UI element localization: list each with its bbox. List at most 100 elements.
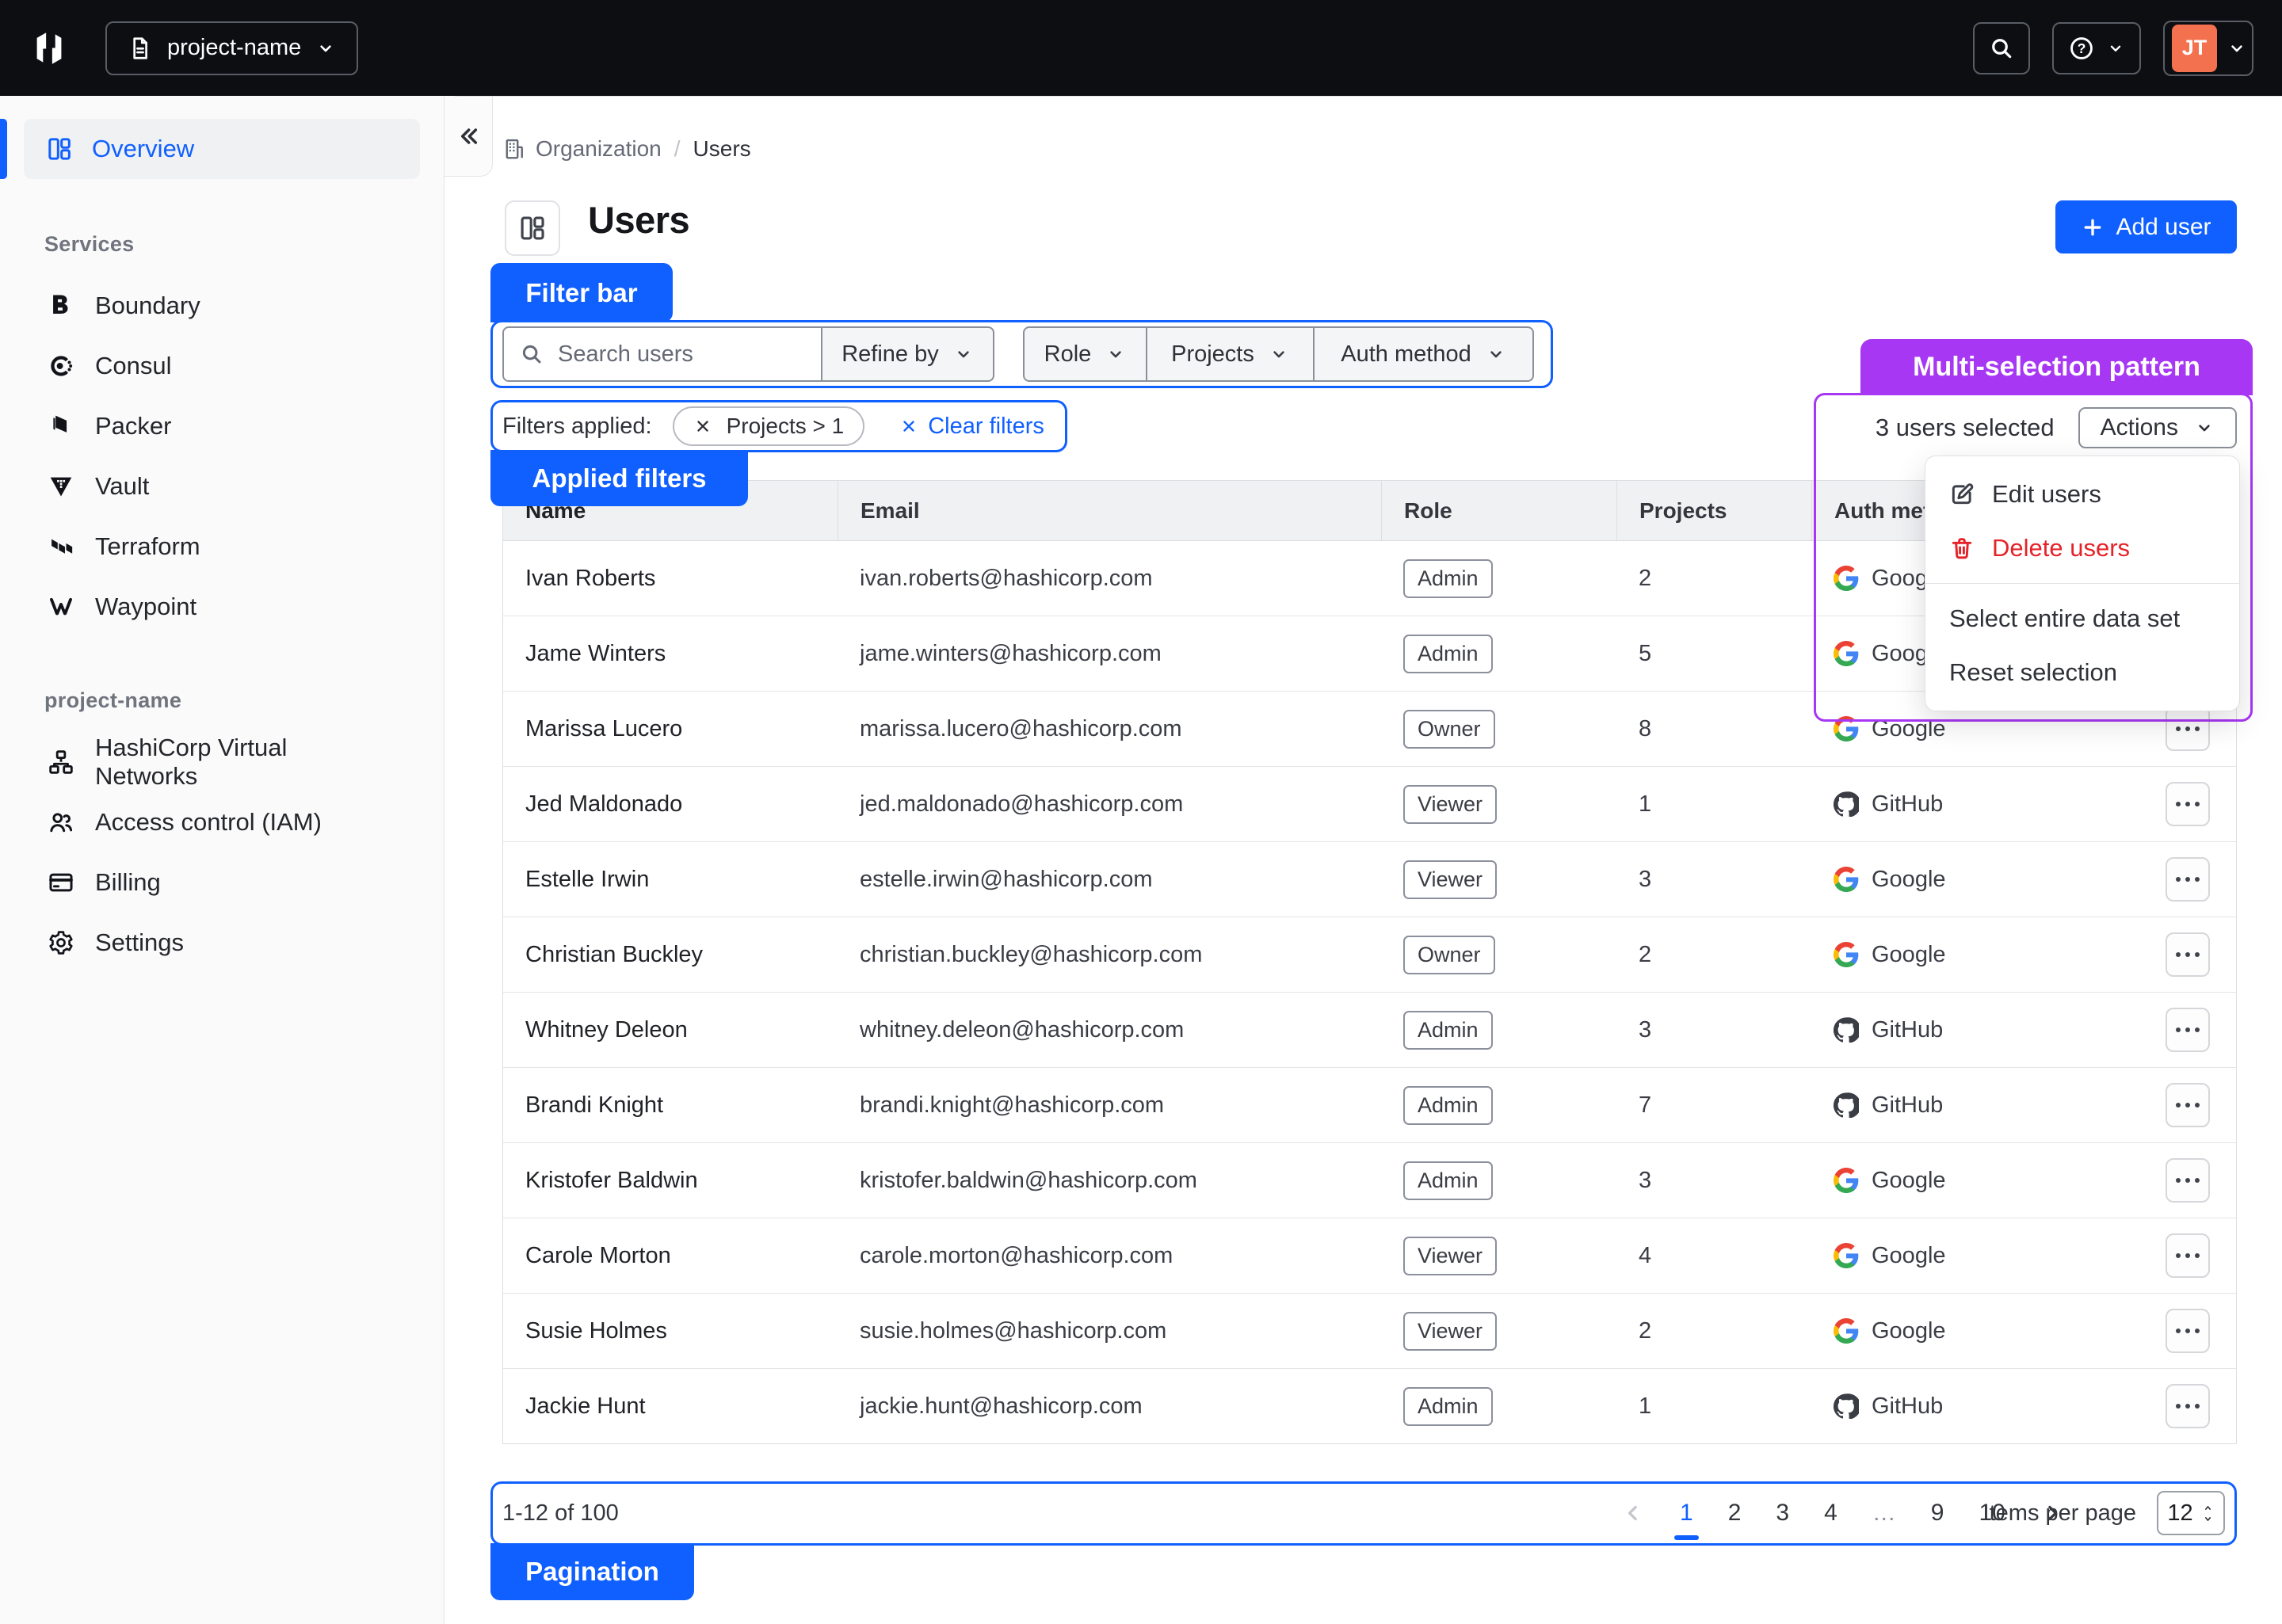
role-badge: Owner — [1403, 710, 1495, 749]
table-row: Carole Mortoncarole.morton@hashicorp.com… — [503, 1218, 2236, 1293]
page-number[interactable]: 10 — [1979, 1483, 2005, 1543]
sidebar-section-services: Services — [44, 232, 135, 257]
google-icon — [1834, 716, 1859, 741]
breadcrumb-organization[interactable]: Organization — [502, 136, 662, 162]
user-name: Brandi Knight — [503, 1068, 838, 1142]
chevron-down-icon — [1486, 344, 1506, 364]
actions-dropdown-button[interactable]: Actions — [2078, 407, 2237, 448]
dismiss-icon[interactable] — [693, 417, 712, 436]
user-name: Jed Maldonado — [503, 767, 838, 841]
row-actions-button[interactable] — [2166, 1158, 2210, 1203]
refine-by-dropdown[interactable]: Refine by — [822, 326, 994, 382]
user-name: Jame Winters — [503, 616, 838, 691]
page-number[interactable]: 3 — [1776, 1483, 1789, 1543]
search-icon — [520, 342, 544, 366]
global-search-button[interactable] — [1973, 22, 2030, 74]
active-item-indicator — [0, 119, 7, 179]
previous-page-button[interactable] — [1621, 1501, 1645, 1525]
chevron-left-icon — [1621, 1501, 1645, 1525]
row-actions-button[interactable] — [2166, 1384, 2210, 1428]
row-actions-button[interactable] — [2166, 1233, 2210, 1278]
projects-filter-dropdown[interactable]: Projects — [1146, 328, 1313, 380]
next-page-button[interactable] — [2040, 1501, 2064, 1525]
help-menu-button[interactable] — [2052, 22, 2141, 74]
row-actions-button[interactable] — [2166, 1008, 2210, 1052]
projects-count: 1 — [1616, 1369, 1811, 1443]
projects-count: 5 — [1616, 616, 1811, 691]
table-row: Jed Maldonadojed.maldonado@hashicorp.com… — [503, 766, 2236, 841]
sidebar-collapse-button[interactable] — [445, 97, 493, 177]
page-number[interactable]: 9 — [1931, 1483, 1944, 1543]
items-per-page-stepper[interactable]: 12 — [2157, 1491, 2225, 1535]
github-icon — [1834, 791, 1859, 817]
sidebar-item-vault[interactable]: Vault — [24, 461, 420, 511]
breadcrumb-separator: / — [674, 136, 681, 162]
waypoint-icon — [48, 593, 74, 620]
credit-card-icon — [48, 869, 74, 896]
menu-item-delete-users[interactable]: Delete users — [1925, 521, 2239, 575]
sidebar-item-access-control[interactable]: Access control (IAM) — [24, 797, 420, 847]
pagination-range: 1-12 of 100 — [502, 1500, 619, 1527]
menu-item-reset-selection[interactable]: Reset selection — [1925, 646, 2239, 700]
role-badge: Admin — [1403, 559, 1493, 598]
selection-status-bar: 3 users selected Actions — [1814, 407, 2237, 448]
clear-filters-button[interactable]: Clear filters — [899, 414, 1044, 440]
row-actions-button[interactable] — [2166, 1309, 2210, 1353]
sidebar-item-label: Billing — [95, 868, 161, 897]
menu-item-edit-users[interactable]: Edit users — [1925, 467, 2239, 521]
applied-filters-bar: Filters applied: Projects > 1 Clear filt… — [502, 400, 1044, 452]
google-icon — [1834, 942, 1859, 967]
sidebar-item-waypoint[interactable]: Waypoint — [24, 581, 420, 631]
sidebar-item-terraform[interactable]: Terraform — [24, 521, 420, 571]
page-number[interactable]: 4 — [1824, 1483, 1837, 1543]
sidebar-item-label: Packer — [95, 412, 171, 440]
auth-method: GitHub — [1872, 1017, 1943, 1043]
auth-method-filter-dropdown[interactable]: Auth method — [1313, 328, 1532, 380]
user-name: Susie Holmes — [503, 1294, 838, 1368]
row-actions-button[interactable] — [2166, 932, 2210, 977]
sidebar-item-boundary[interactable]: Boundary — [24, 280, 420, 330]
sidebar-item-billing[interactable]: Billing — [24, 857, 420, 907]
role-filter-dropdown[interactable]: Role — [1025, 328, 1146, 380]
sidebar-item-label: Vault — [95, 472, 149, 501]
top-navigation-bar: project-name JT — [0, 0, 2282, 96]
user-name: Marissa Lucero — [503, 692, 838, 766]
filter-chip[interactable]: Projects > 1 — [673, 406, 865, 446]
plus-icon — [2081, 215, 2105, 239]
row-actions-button[interactable] — [2166, 1083, 2210, 1127]
account-menu-button[interactable]: JT — [2163, 21, 2253, 76]
sidebar-item-virtual-networks[interactable]: HashiCorp Virtual Networks — [24, 737, 420, 787]
page-icon-tile — [505, 200, 560, 256]
sidebar-item-settings[interactable]: Settings — [24, 917, 420, 967]
page-number[interactable]: 1 — [1680, 1483, 1693, 1543]
row-actions-button[interactable] — [2166, 782, 2210, 826]
sidebar-item-label: Access control (IAM) — [95, 808, 322, 837]
user-name: Whitney Deleon — [503, 993, 838, 1067]
consul-icon — [48, 353, 74, 379]
add-user-button[interactable]: Add user — [2055, 200, 2237, 254]
page-number[interactable]: 2 — [1728, 1483, 1742, 1543]
sidebar-item-packer[interactable]: Packer — [24, 401, 420, 451]
project-selector-label: project-name — [167, 35, 301, 61]
search-icon — [1989, 36, 2014, 61]
grid-icon — [46, 135, 73, 162]
sidebar-item-consul[interactable]: Consul — [24, 341, 420, 391]
sidebar-item-overview[interactable]: Overview — [24, 119, 420, 179]
google-icon — [1834, 1318, 1859, 1344]
auth-method: Google — [1872, 867, 1946, 893]
sidebar-item-label: Waypoint — [95, 593, 197, 621]
projects-count: 2 — [1616, 917, 1811, 992]
table-row: Whitney Deleonwhitney.deleon@hashicorp.c… — [503, 992, 2236, 1067]
row-actions-button[interactable] — [2166, 857, 2210, 902]
project-selector[interactable]: project-name — [105, 21, 358, 75]
projects-count: 3 — [1616, 1143, 1811, 1218]
project-list: HashiCorp Virtual Networks Access contro… — [24, 737, 420, 967]
search-input[interactable]: Search users — [502, 326, 822, 382]
auth-method: Google — [1872, 1168, 1946, 1194]
page-title: Users — [588, 198, 689, 242]
sidebar-item-label: HashiCorp Virtual Networks — [95, 734, 396, 791]
vault-icon — [48, 473, 74, 500]
users-icon — [48, 809, 74, 836]
row-actions-button[interactable] — [2166, 707, 2210, 751]
menu-item-select-entire-data-set[interactable]: Select entire data set — [1925, 592, 2239, 646]
